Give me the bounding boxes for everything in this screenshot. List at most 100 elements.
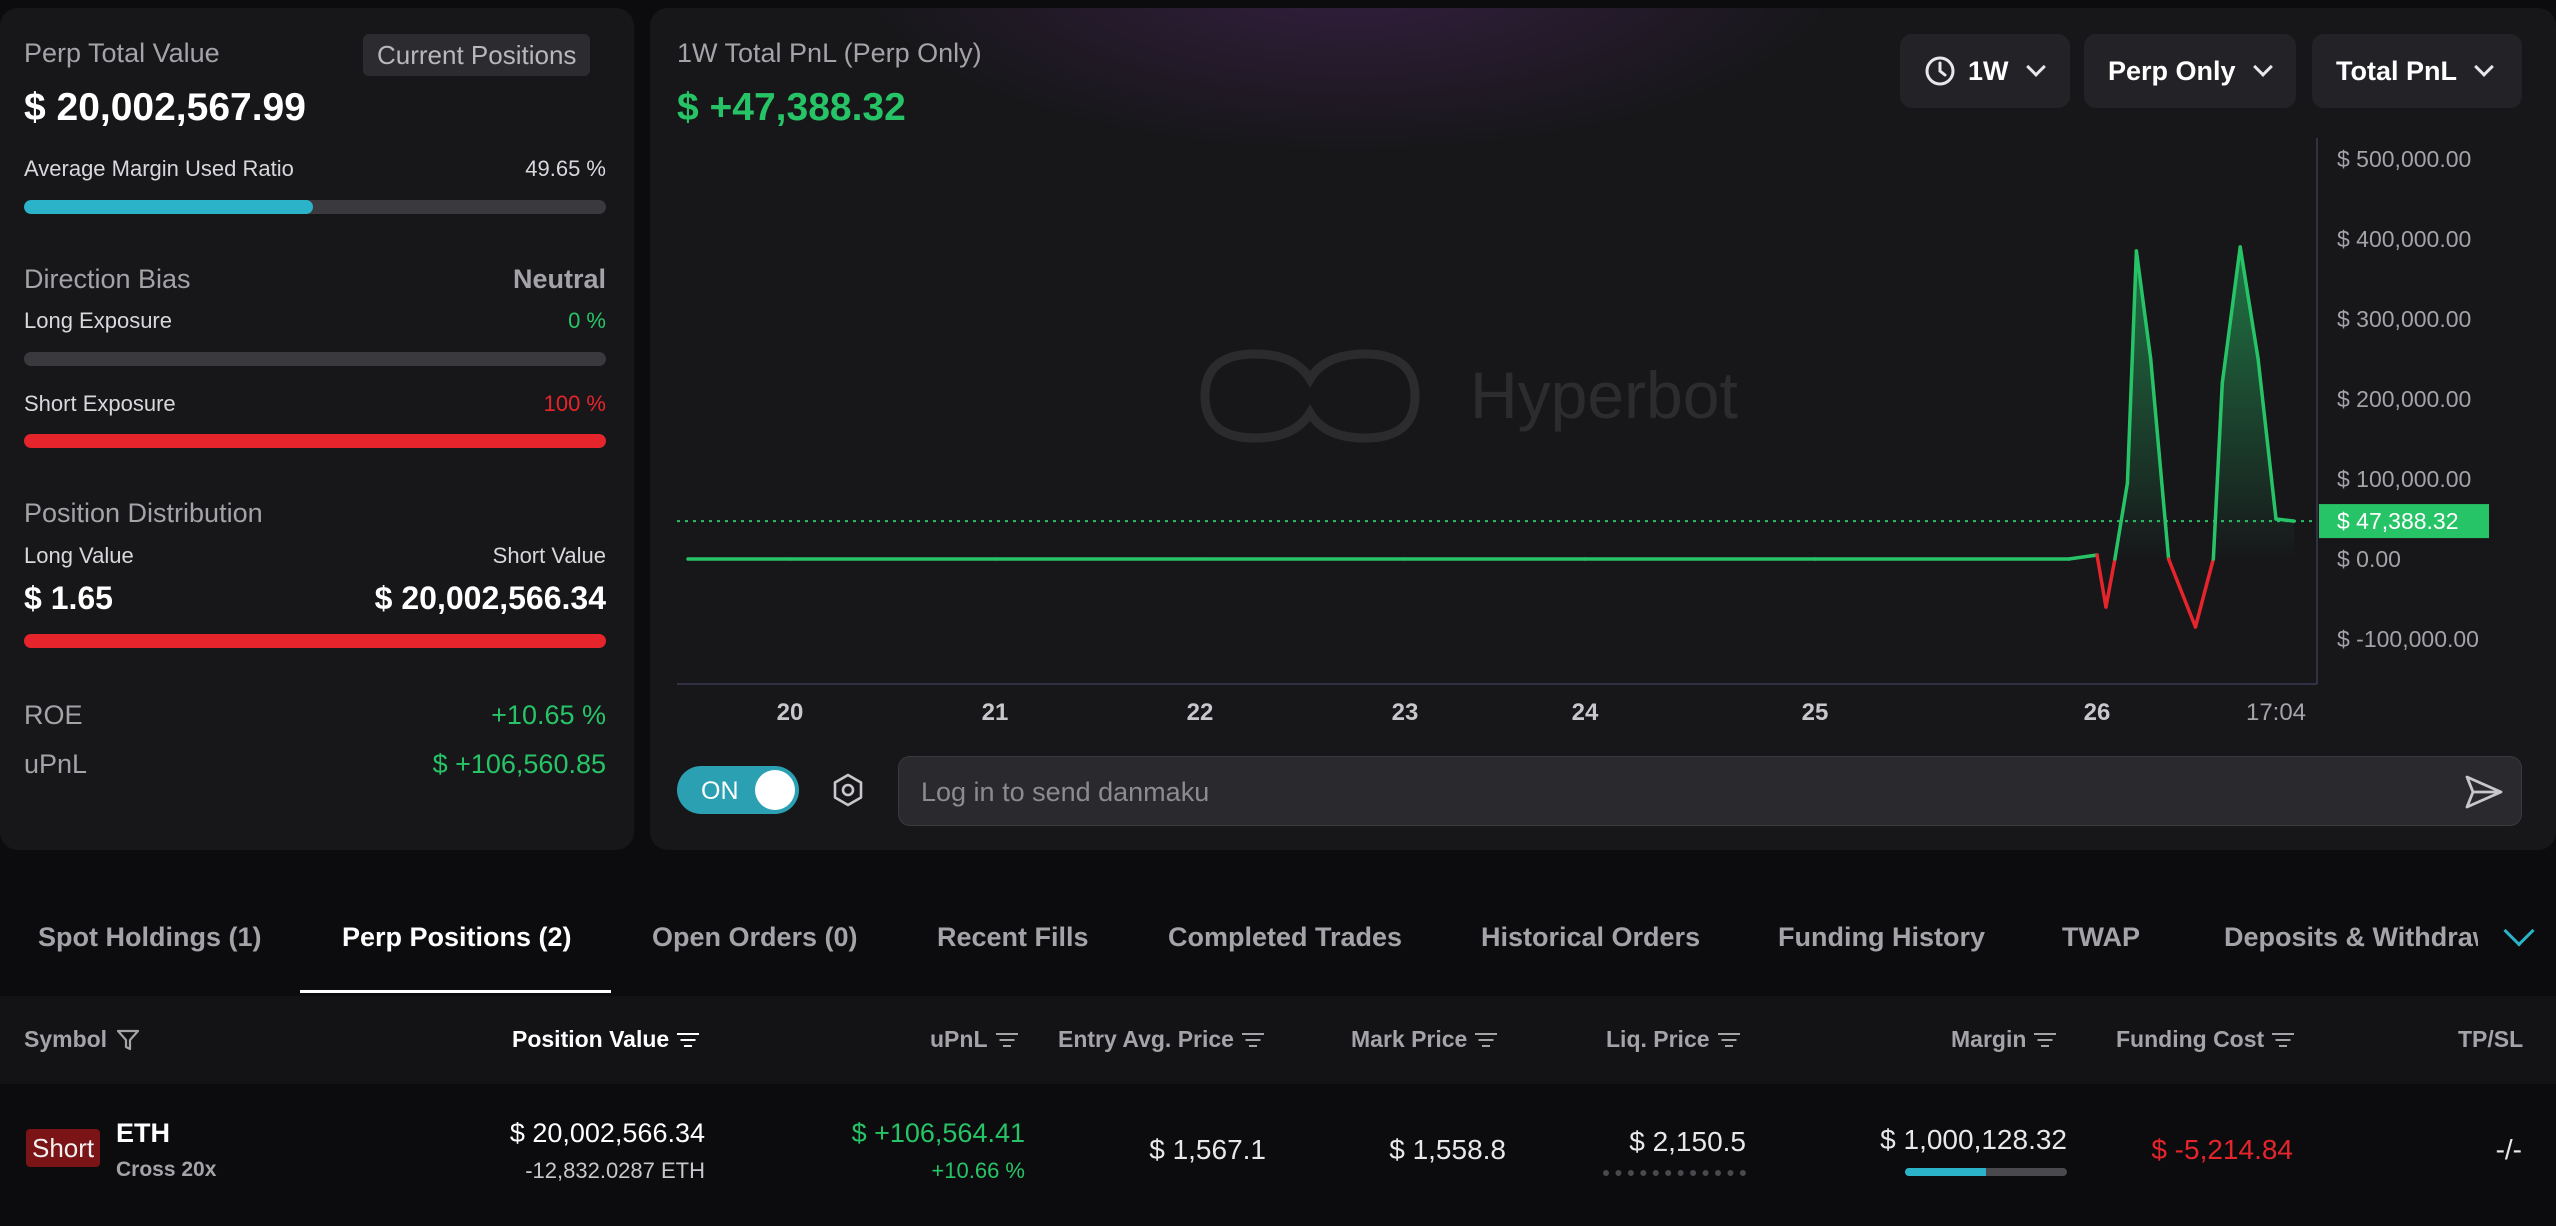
y-tick-label: $ 100,000.00 xyxy=(2337,466,2471,492)
x-tick-label: 20 xyxy=(777,699,804,726)
long-exposure-value: 0 % xyxy=(568,308,606,333)
position-distribution-bar xyxy=(24,634,606,648)
sort-icon[interactable] xyxy=(995,1032,1018,1048)
x-tick-label: 25 xyxy=(1802,699,1829,726)
short-value: $ 20,002,566.34 xyxy=(374,580,606,616)
danmaku-input[interactable]: Log in to send danmaku xyxy=(898,756,2522,826)
header-upnl[interactable]: uPnL xyxy=(930,1026,1018,1053)
tab-open-orders[interactable]: Open Orders (0) xyxy=(652,922,858,953)
sort-icon[interactable] xyxy=(1241,1032,1264,1048)
header-symbol-label: Symbol xyxy=(24,1026,108,1052)
tab-spot-holdings[interactable]: Spot Holdings (1) xyxy=(38,922,261,953)
perp-total-value: $ 20,002,567.99 xyxy=(24,86,306,129)
hyperbot-watermark: Hyperbot xyxy=(1200,349,1738,443)
avg-margin-bar xyxy=(24,200,606,214)
send-icon[interactable] xyxy=(2463,771,2505,813)
header-mark-price-label: Mark Price xyxy=(1351,1026,1468,1052)
y-tick-label: $ 300,000.00 xyxy=(2337,306,2471,332)
short-exposure-value: 100 % xyxy=(543,391,606,416)
danmaku-placeholder: Log in to send danmaku xyxy=(921,777,1210,807)
long-value-label: Long Value xyxy=(24,543,134,568)
tab-perp-positions[interactable]: Perp Positions (2) xyxy=(342,922,572,953)
perp-total-value-label: Perp Total Value xyxy=(24,38,220,68)
tab-historical-orders[interactable]: Historical Orders xyxy=(1481,922,1700,953)
account-summary-panel: Perp Total Value Current Positions $ 20,… xyxy=(0,8,634,850)
margin-value: $ 1,000,128.32 xyxy=(1880,1124,2067,1155)
header-margin[interactable]: Margin xyxy=(1951,1026,2057,1053)
pnl-line-segment xyxy=(2095,553,2108,609)
header-tpsl: TP/SL xyxy=(2458,1026,2523,1053)
tabs-more-chevron-icon[interactable] xyxy=(2503,915,2535,947)
long-value: $ 1.65 xyxy=(24,580,113,616)
tab-recent-fills[interactable]: Recent Fills xyxy=(937,922,1089,953)
tab-completed-trades[interactable]: Completed Trades xyxy=(1168,922,1402,953)
side-badge: Short xyxy=(26,1129,101,1167)
y-tick-label: $ 400,000.00 xyxy=(2337,226,2471,252)
toggle-knob xyxy=(755,770,795,810)
table-row[interactable]: Short ETH Cross 20x $ 20,002,566.34 -12,… xyxy=(0,1084,2556,1226)
position-distribution-label: Position Distribution xyxy=(24,498,263,528)
header-tpsl-label: TP/SL xyxy=(2458,1026,2524,1052)
header-funding-cost[interactable]: Funding Cost xyxy=(2116,1026,2295,1053)
sort-icon[interactable] xyxy=(1475,1032,1498,1048)
header-position-value[interactable]: Position Value xyxy=(512,1026,700,1053)
current-value-label: $ 47,388.32 xyxy=(2337,508,2459,534)
x-tick-label: 21 xyxy=(982,699,1009,726)
pnl-line-segment xyxy=(2193,557,2216,629)
watermark-text: Hyperbot xyxy=(1470,358,1738,432)
upnl: $ +106,564.41 xyxy=(851,1118,1025,1148)
tab-funding-history[interactable]: Funding History xyxy=(1778,922,1985,953)
roe-value: +10.65 % xyxy=(491,700,606,730)
x-tick-label: 24 xyxy=(1572,699,1599,726)
header-upnl-label: uPnL xyxy=(930,1026,988,1052)
header-mark-price[interactable]: Mark Price xyxy=(1351,1026,1498,1053)
y-tick-label: $ -100,000.00 xyxy=(2337,626,2479,652)
entry-avg-price: $ 1,567.1 xyxy=(1149,1134,1266,1165)
sort-icon[interactable] xyxy=(2272,1032,2295,1048)
margin-bar xyxy=(1905,1168,2067,1176)
header-symbol[interactable]: Symbol xyxy=(24,1026,141,1053)
header-position-value-label: Position Value xyxy=(512,1026,670,1052)
sort-icon[interactable] xyxy=(1717,1032,1740,1048)
short-value-label: Short Value xyxy=(492,543,606,568)
pnl-line-segment xyxy=(2104,557,2117,609)
header-entry-avg-price-label: Entry Avg. Price xyxy=(1058,1026,1234,1052)
upnl-percent: +10.66 % xyxy=(931,1158,1025,1183)
x-tick-label: 22 xyxy=(1187,699,1214,726)
settings-icon[interactable] xyxy=(830,772,866,808)
avg-margin-label: Average Margin Used Ratio xyxy=(24,156,294,181)
filter-icon[interactable] xyxy=(115,1028,141,1052)
tabs-bar: Spot Holdings (1) Perp Positions (2) Ope… xyxy=(0,870,2556,996)
header-entry-avg-price[interactable]: Entry Avg. Price xyxy=(1058,1026,1264,1053)
pnl-chart-panel: 1W Total PnL (Perp Only) $ +47,388.32 1W… xyxy=(650,8,2556,850)
symbol[interactable]: ETH xyxy=(116,1118,170,1149)
tpsl[interactable]: -/- xyxy=(2496,1134,2522,1166)
current-positions-button[interactable]: Current Positions xyxy=(363,34,591,76)
x-tick-label: 23 xyxy=(1392,699,1419,726)
x-tick-label: 17:04 xyxy=(2246,699,2306,726)
pnl-line-chart: Hyperbot $ 500,000.00 $ 400,000.00 $ 300,0… xyxy=(677,138,2489,726)
upnl-label: uPnL xyxy=(24,749,88,779)
tab-twap[interactable]: TWAP xyxy=(2062,922,2140,953)
header-liq-price-label: Liq. Price xyxy=(1606,1026,1710,1052)
roe-label: ROE xyxy=(24,700,83,730)
pnl-line-segment xyxy=(2274,517,2296,523)
mark-price: $ 1,558.8 xyxy=(1389,1134,1506,1165)
danmaku-toggle[interactable]: ON xyxy=(677,766,799,814)
sort-icon[interactable] xyxy=(677,1032,700,1048)
margin-bar-fill xyxy=(1905,1168,1986,1176)
upnl-value: $ +106,560.85 xyxy=(432,749,606,779)
y-tick-label: $ 500,000.00 xyxy=(2337,146,2471,172)
long-exposure-label: Long Exposure xyxy=(24,308,172,333)
sort-icon[interactable] xyxy=(2034,1032,2057,1048)
tab-deposits-withdraw[interactable]: Deposits & Withdraw xyxy=(2224,922,2478,953)
liq-price: $ 2,150.5 xyxy=(1629,1126,1746,1157)
avg-margin-bar-fill xyxy=(24,200,313,214)
short-exposure-bar-fill xyxy=(24,434,606,448)
y-tick-label: $ 0.00 xyxy=(2337,546,2401,572)
active-tab-underline xyxy=(300,990,611,993)
header-liq-price[interactable]: Liq. Price xyxy=(1606,1026,1740,1053)
y-tick-label: $ 200,000.00 xyxy=(2337,386,2471,412)
header-margin-label: Margin xyxy=(1951,1026,2027,1052)
margin-mode: Cross 20x xyxy=(116,1158,217,1181)
